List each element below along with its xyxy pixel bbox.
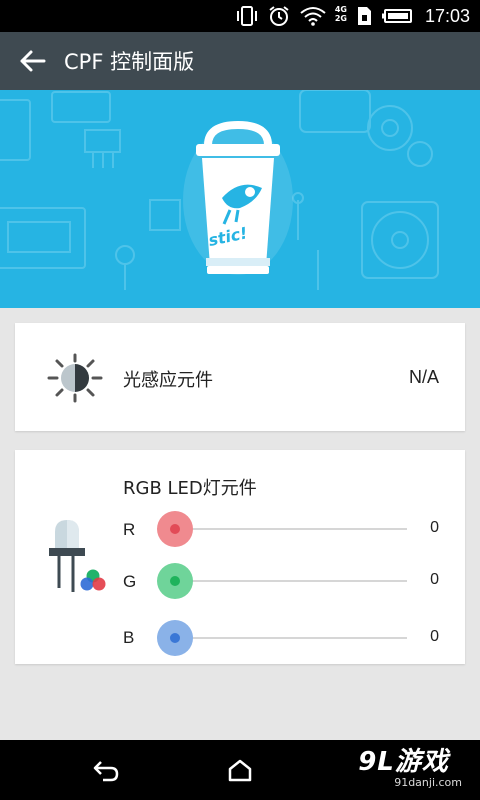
channel-g-value: 0: [430, 571, 439, 588]
channel-g-label: G: [123, 572, 137, 591]
header-banner: stic!: [0, 90, 480, 308]
slider-b-thumb[interactable]: [157, 620, 193, 656]
channel-b-label: B: [123, 628, 135, 647]
cup-mascot-illustration: stic!: [0, 90, 439, 290]
nav-back-button[interactable]: [86, 754, 126, 786]
page-title: CPF 控制面版: [64, 50, 195, 74]
light-sensor-icon: [47, 353, 103, 403]
network-bottom-label: 2G: [334, 14, 347, 23]
status-bar: 4G 2G 17:03: [0, 0, 480, 32]
slider-g-dot: [170, 576, 180, 586]
network-top-label: 4G: [334, 5, 347, 14]
led-icon: [49, 520, 106, 592]
arrow-left-icon: [20, 50, 46, 72]
network-icon: 4G 2G: [335, 5, 347, 27]
battery-icon: [381, 5, 413, 27]
light-sensor-card: 光感应元件 N/A: [15, 323, 465, 431]
channel-r-label: R: [123, 520, 136, 539]
navigation-bar: 9L游戏 91danji.com: [0, 740, 480, 800]
sim-icon: [355, 5, 373, 27]
nav-home-button[interactable]: [220, 754, 260, 786]
alarm-icon: [267, 5, 291, 27]
rgb-led-title: RGB LED灯元件: [123, 478, 257, 499]
vibrate-icon: [235, 5, 259, 27]
home-icon: [228, 759, 252, 782]
slider-r-thumb[interactable]: [157, 511, 193, 547]
rgb-led-card: RGB LED灯元件 R 0 G 0 B 0: [15, 450, 465, 664]
watermark: 9L游戏 91danji.com: [358, 748, 462, 789]
clock: 17:03: [424, 5, 470, 26]
channel-r-value: 0: [430, 519, 439, 536]
nav-back-icon: [93, 761, 119, 782]
watermark-brand: 9L游戏: [358, 747, 449, 777]
back-button[interactable]: [0, 32, 64, 90]
channel-b-value: 0: [430, 628, 439, 645]
slider-g-track[interactable]: [175, 580, 407, 582]
slider-r-track[interactable]: [175, 528, 407, 530]
light-sensor-value: N/A: [408, 367, 439, 387]
slider-g-thumb[interactable]: [157, 563, 193, 599]
watermark-domain: 91danji.com: [394, 776, 462, 789]
slider-b-dot: [170, 633, 180, 643]
app-bar: CPF 控制面版: [0, 32, 480, 90]
slider-b-track[interactable]: [175, 637, 407, 639]
light-sensor-label: 光感应元件: [123, 370, 213, 391]
wifi-icon: [299, 5, 327, 27]
slider-r-dot: [170, 524, 180, 534]
